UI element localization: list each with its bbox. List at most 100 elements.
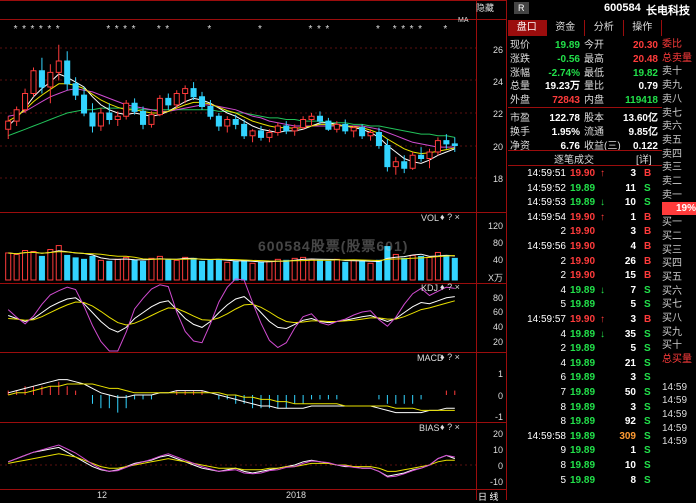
order-book-label: 总卖量 — [662, 52, 692, 64]
kdj-axis-label: 20 — [492, 337, 503, 347]
volume-bar — [316, 259, 324, 281]
tick-time: 6 — [560, 372, 566, 384]
quote-label: 最低 — [584, 67, 604, 79]
volume-bar — [359, 260, 366, 281]
tick-side: S — [644, 416, 651, 428]
kdj-panel-label: KDJ — [421, 283, 439, 293]
tick-volume: 10 — [624, 197, 636, 209]
tick-price: 19.89 — [570, 430, 596, 442]
volume-bar — [47, 249, 54, 281]
tick-volume: 3 — [630, 226, 636, 238]
quote-panel: R 600584 长电科技 盘口 资金 分析 操作 现价 19.89 今开 20.30… — [508, 0, 696, 500]
volume-bar — [123, 256, 130, 281]
tick-price: 19.89 — [570, 401, 596, 413]
candle-body — [367, 132, 374, 137]
tab-pankou[interactable]: 盘口 — [508, 20, 547, 36]
tick-time: 2 — [560, 270, 566, 282]
macd-controls[interactable]: ♦ ? × — [440, 352, 460, 362]
quote-label: 总量 — [510, 81, 530, 93]
tick-price: 19.89 — [570, 284, 596, 296]
event-marker: * — [22, 24, 26, 35]
candle-body — [182, 88, 189, 94]
vol-panel-label: VOL — [421, 213, 440, 223]
tick-side: B — [644, 241, 652, 252]
tick-side: S — [644, 387, 651, 398]
macd-axis-label: 1 — [497, 369, 503, 379]
tick-volume: 5 — [630, 299, 636, 311]
tick-time: 5 — [560, 474, 566, 486]
tick-price: 19.89 — [570, 299, 596, 311]
hide-label[interactable]: 隐藏 — [476, 1, 494, 14]
candle-body — [300, 119, 307, 129]
volume-bar — [392, 253, 399, 281]
tick-row: 14:59:52 19.89 11 S — [508, 182, 662, 197]
quote-tabs: 盘口 资金 分析 操作 — [508, 20, 662, 36]
tick-side: B — [644, 255, 652, 267]
tick-side: S — [644, 284, 651, 296]
tick-time: 8 — [560, 460, 566, 471]
order-book-label: 卖十 — [662, 66, 682, 78]
tab-caozuo[interactable]: 操作 — [624, 20, 662, 36]
tick-side: B — [644, 270, 652, 282]
tick-time: 14:59:58 — [527, 430, 566, 442]
order-book-label: 买四 — [662, 258, 682, 270]
order-book-label: 14:59 — [662, 422, 688, 434]
tick-volume: 309 — [619, 430, 636, 442]
volume-bar — [30, 250, 37, 281]
event-marker: * — [393, 24, 397, 35]
candle-body — [38, 70, 45, 88]
volume-bar — [443, 254, 450, 281]
tick-volume: 7 — [630, 284, 636, 296]
tick-arrow: ↑ — [600, 211, 605, 223]
main-axis-label: 26 — [492, 45, 503, 55]
tick-price: 19.89 — [570, 474, 596, 486]
r-badge[interactable]: R — [514, 2, 529, 14]
tick-side: B — [644, 314, 652, 325]
vol-controls[interactable]: ♦ ? × — [440, 212, 460, 222]
tick-row: 8 19.89 92 S — [508, 415, 662, 430]
bias-controls[interactable]: ♦ ? × — [440, 422, 460, 432]
event-marker: * — [157, 24, 161, 35]
tab-zijin[interactable]: 资金 — [547, 20, 585, 36]
candle-body — [325, 120, 332, 130]
volume-bar — [165, 258, 172, 281]
candle-body — [257, 130, 265, 138]
candle-body — [316, 115, 324, 122]
volume-bar — [207, 259, 214, 281]
tick-volume: 50 — [624, 387, 636, 398]
quote-value: -0.56 — [557, 53, 580, 65]
tick-row: 5 19.89 5 S — [508, 298, 662, 313]
tick-volume: 10 — [624, 460, 636, 471]
volume-bar — [291, 257, 298, 281]
candle-body — [249, 130, 256, 137]
period-label[interactable]: 日 线 — [478, 490, 499, 503]
tab-fenxi[interactable]: 分析 — [585, 20, 624, 36]
event-marker: * — [376, 24, 380, 35]
volume-bar — [426, 256, 433, 281]
stock-header: R 600584 长电科技 — [508, 0, 696, 18]
stock-code: 600584 — [604, 2, 641, 14]
volume-bar — [22, 250, 29, 281]
tick-time: 7 — [560, 387, 566, 398]
tick-volume: 3 — [630, 372, 636, 384]
tick-volume: 3 — [630, 401, 636, 413]
order-book-label: 14:59 — [662, 381, 688, 393]
kdj-controls[interactable]: ♦ ? × — [440, 282, 460, 292]
candle-body — [190, 88, 197, 98]
bias-line — [8, 444, 455, 478]
volume-bar — [38, 255, 45, 281]
tick-price: 19.90 — [570, 314, 596, 325]
order-book-label: 买九 — [662, 326, 682, 338]
kline-chart-area[interactable]: * * * * * * * * * * * * * * * * * * * * * * * 隐藏 MA 26 24 22 2… — [0, 0, 507, 503]
candle-body — [106, 112, 113, 120]
volume-bar — [140, 260, 147, 281]
tick-row: 14:59:56 19.90 4 B — [508, 240, 662, 255]
ticks-detail-button[interactable]: [详] — [636, 151, 652, 166]
candle-body — [81, 94, 88, 114]
order-book-label: 卖八 — [662, 93, 682, 105]
ticks-title: 逐笔成交 — [554, 155, 594, 166]
volume-bar — [325, 260, 332, 281]
tick-price: 19.90 — [570, 270, 596, 282]
vol-unit-label: X万 — [487, 273, 503, 283]
tick-arrow: ↓ — [600, 284, 605, 296]
